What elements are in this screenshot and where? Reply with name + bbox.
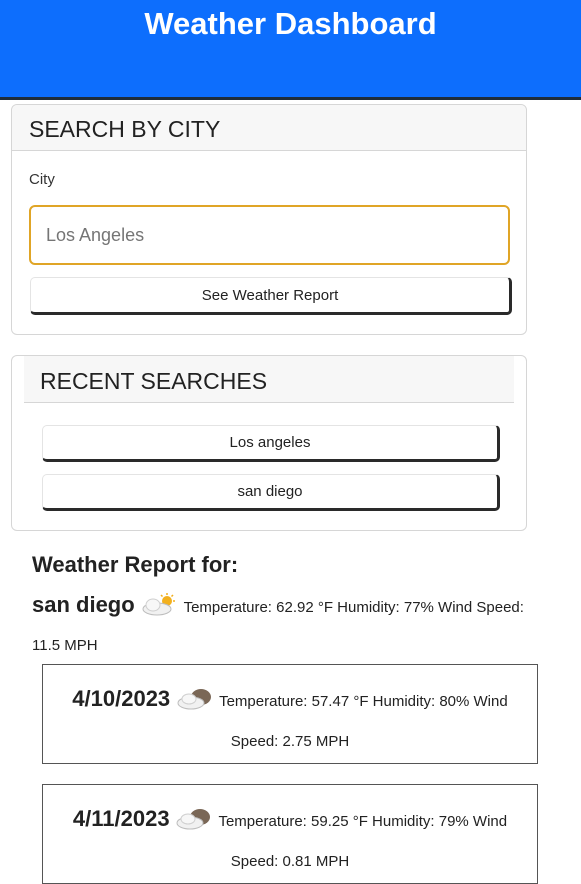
search-card-title: SEARCH BY CITY xyxy=(12,105,526,151)
page-title: Weather Dashboard xyxy=(144,6,437,41)
cloudy-icon xyxy=(177,689,211,710)
city-label: City xyxy=(29,171,55,188)
partly-cloudy-sun-icon xyxy=(142,593,176,616)
search-card: SEARCH BY CITY City See Weather Report xyxy=(11,104,527,335)
report-city-name: san diego xyxy=(32,592,135,617)
recent-search-item[interactable]: Los angeles xyxy=(42,425,500,462)
header-bar: Weather Dashboard xyxy=(0,0,581,100)
recent-searches-card: RECENT SEARCHES Los angeles san diego xyxy=(11,355,527,531)
weather-report-heading: Weather Report for: xyxy=(32,552,239,577)
forecast-stats: Temperature: 57.47 °F Humidity: 80% Wind… xyxy=(219,693,508,750)
see-weather-report-button[interactable]: See Weather Report xyxy=(30,277,512,315)
weather-report: Weather Report for: san diego Temperatur… xyxy=(32,552,552,665)
cloudy-icon xyxy=(176,809,211,830)
city-input[interactable] xyxy=(29,205,510,265)
current-weather-line: san diego Temperature: 62.92 °F Humidity… xyxy=(32,586,552,665)
forecast-card: 4/11/2023 Temperature: 59.25 °F Humidity… xyxy=(42,784,538,884)
forecast-date: 4/10/2023 xyxy=(72,686,171,711)
recent-searches-title: RECENT SEARCHES xyxy=(24,356,514,403)
forecast-stats: Temperature: 59.25 °F Humidity: 79% Wind… xyxy=(218,813,508,870)
recent-search-item[interactable]: san diego xyxy=(42,474,500,511)
forecast-date: 4/11/2023 xyxy=(72,806,170,831)
forecast-card: 4/10/2023 Temperature: 57.47 °F Humidity… xyxy=(42,664,538,764)
